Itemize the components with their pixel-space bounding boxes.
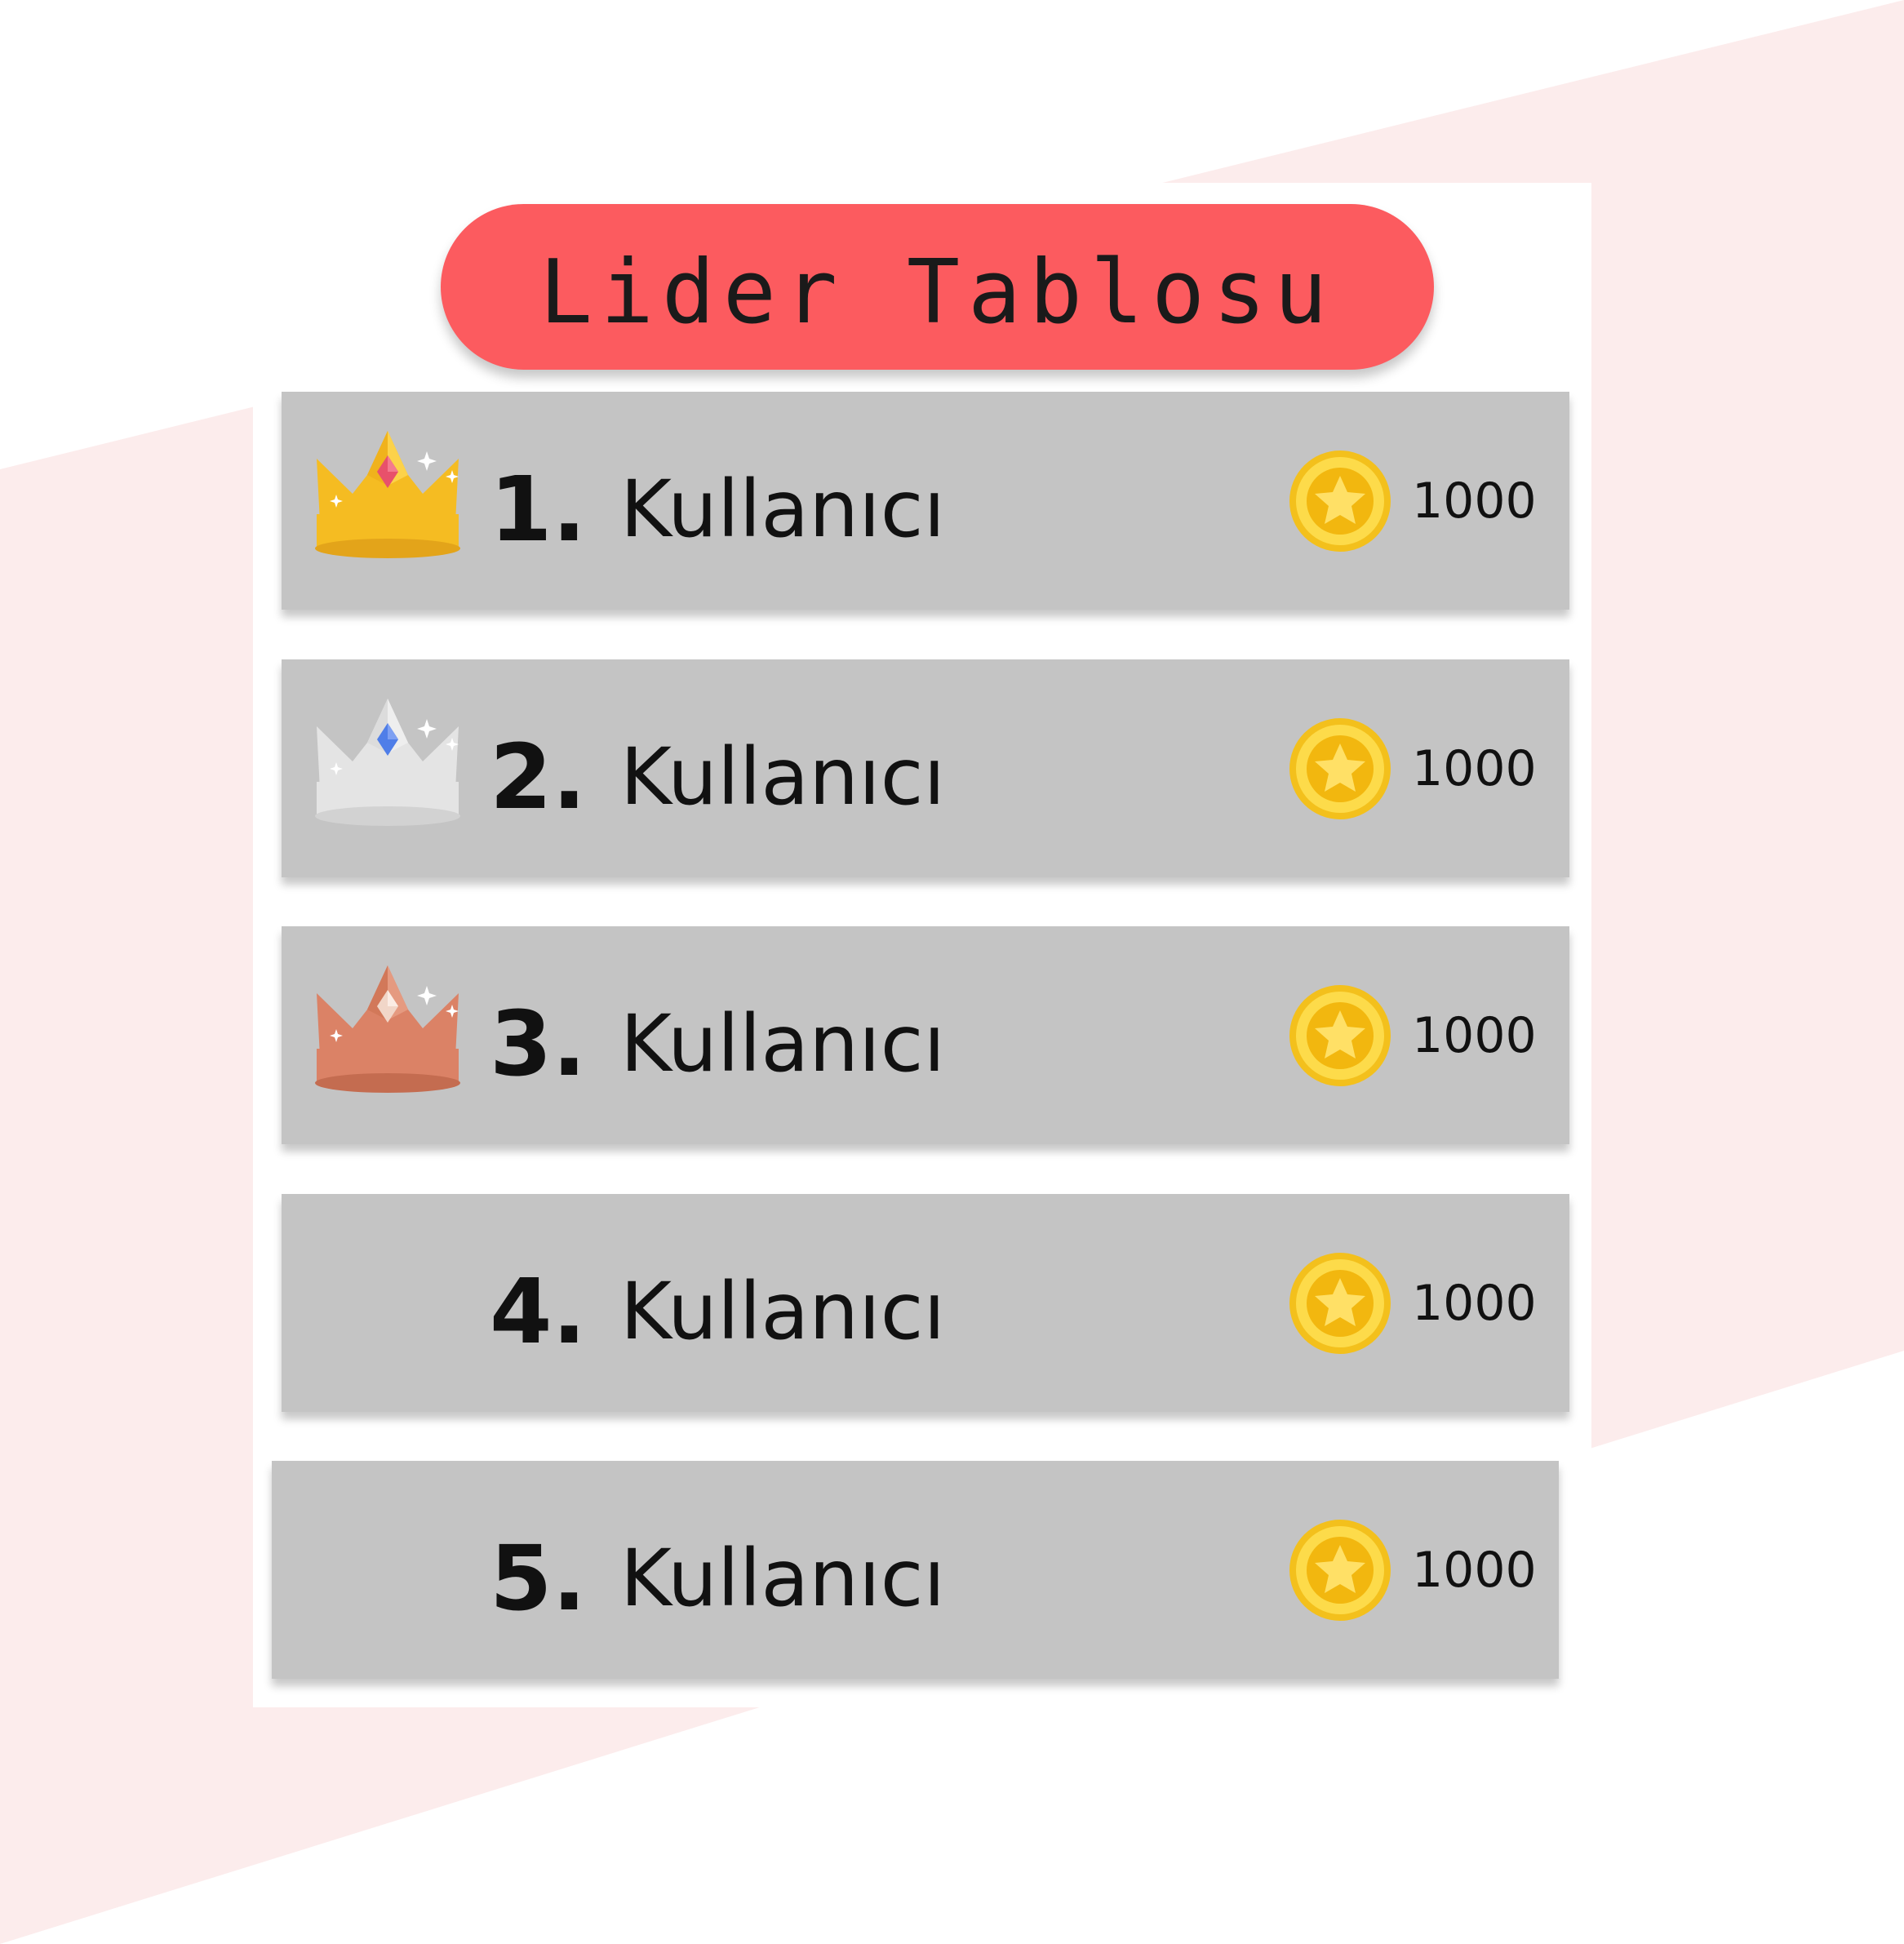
username: Kullanıcı [620, 1265, 946, 1357]
score-value: 1000 [1412, 739, 1537, 797]
rank-number: 2. [490, 724, 587, 829]
leaderboard-row[interactable]: 1. Kullanıcı 1000 [282, 392, 1569, 610]
score-value: 1000 [1412, 1006, 1537, 1064]
rank-number: 4. [490, 1258, 587, 1364]
score-value: 1000 [1412, 1541, 1537, 1599]
bronze-crown-icon [310, 959, 465, 1102]
username: Kullanıcı [620, 463, 946, 555]
coin-icon [1288, 1194, 1394, 1412]
coin-icon [1288, 659, 1394, 877]
username: Kullanıcı [620, 1532, 946, 1624]
rank-number: 1. [490, 456, 587, 561]
leaderboard-row[interactable]: 2. Kullanıcı 1000 [282, 659, 1569, 877]
leaderboard-row[interactable]: 5. Kullanıcı 1000 [272, 1461, 1559, 1679]
username: Kullanıcı [620, 997, 946, 1090]
leaderboard-row[interactable]: 4. Kullanıcı 1000 [282, 1194, 1569, 1412]
leaderboard-title-banner: Lider Tablosu [441, 204, 1434, 370]
coin-icon [1288, 926, 1394, 1144]
gold-crown-icon [310, 424, 465, 567]
username: Kullanıcı [620, 730, 946, 823]
leaderboard-row[interactable]: 3. Kullanıcı 1000 [282, 926, 1569, 1144]
coin-icon [1288, 1461, 1394, 1679]
coin-icon [1288, 392, 1394, 610]
leaderboard-title: Lider Tablosu [539, 242, 1336, 344]
rank-number: 3. [490, 991, 587, 1096]
rank-number: 5. [490, 1525, 587, 1631]
score-value: 1000 [1412, 472, 1537, 530]
silver-crown-icon [310, 692, 465, 835]
score-value: 1000 [1412, 1274, 1537, 1332]
